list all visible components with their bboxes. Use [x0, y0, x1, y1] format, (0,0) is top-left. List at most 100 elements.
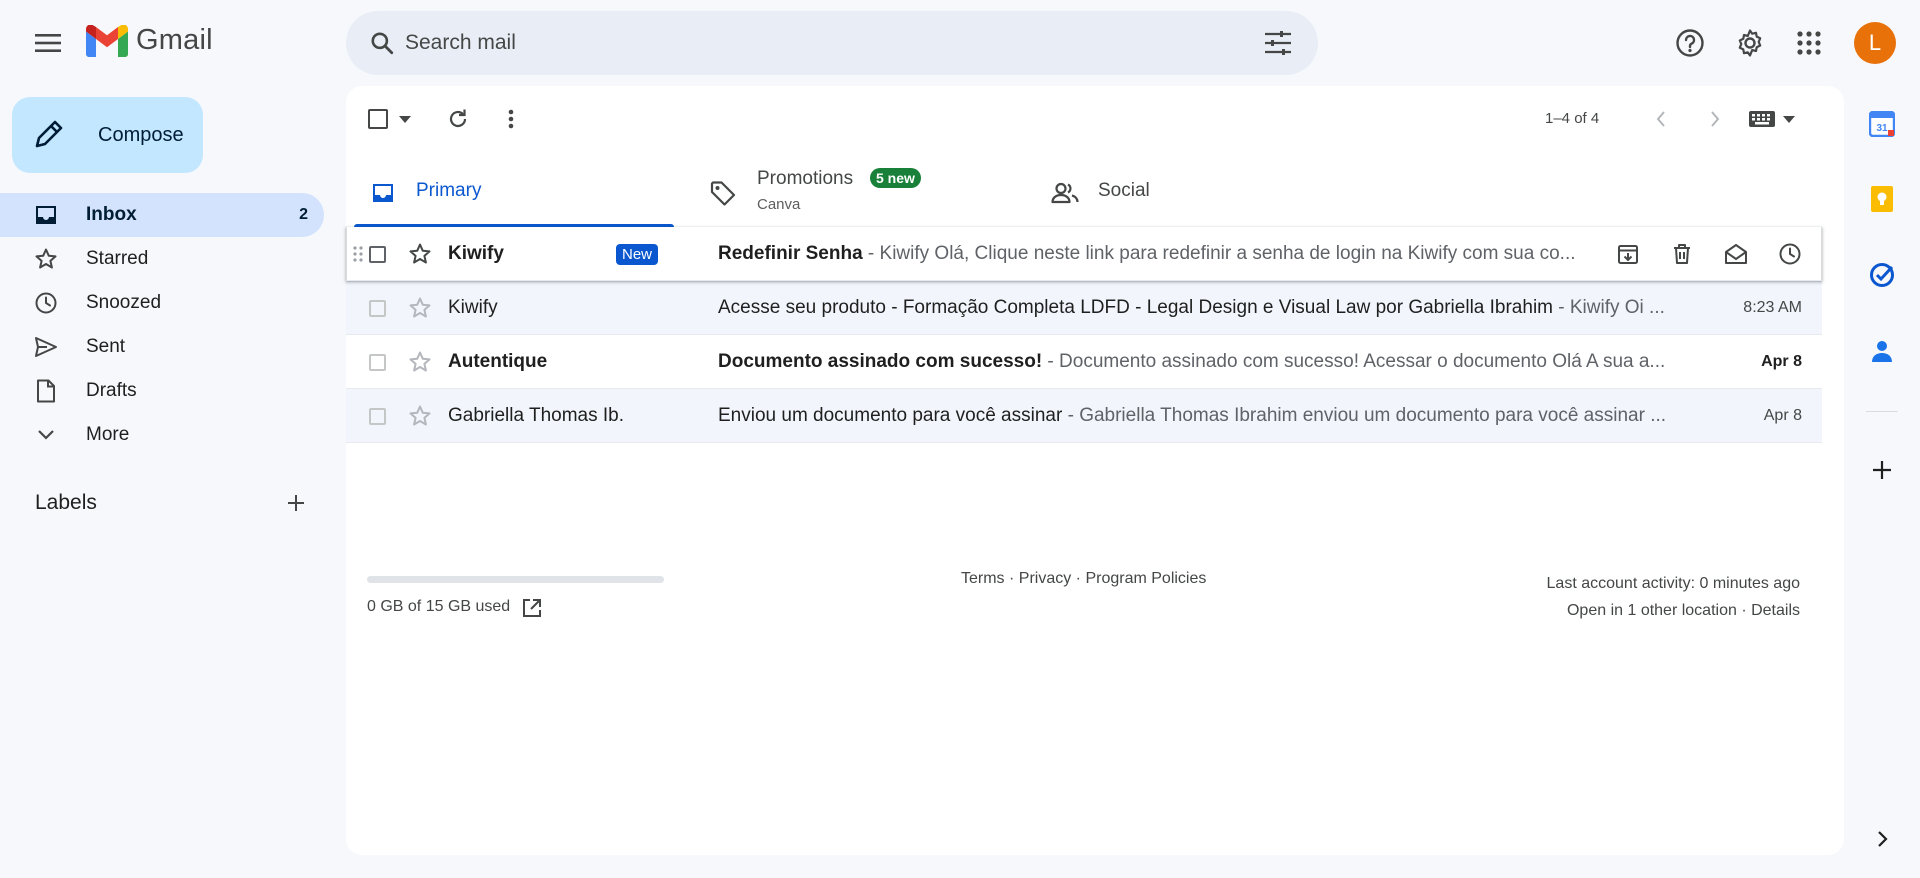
inbox-icon — [34, 203, 58, 227]
other-location-text: Open in 1 other location — [1566, 602, 1737, 619]
calendar-icon[interactable]: 31 — [1864, 106, 1900, 142]
tab-label: Promotions — [757, 168, 854, 189]
email-row[interactable]: Gabriella Thomas Ib. Enviou um documento… — [346, 389, 1822, 443]
gmail-m-logo — [86, 24, 128, 57]
tune-icon[interactable] — [1258, 23, 1298, 63]
unread-count: 2 — [299, 206, 308, 223]
sidebar-item-label: Drafts — [86, 380, 137, 401]
email-sender: Autentique — [448, 351, 548, 372]
delete-icon[interactable] — [1668, 240, 1696, 268]
sidebar-item-drafts[interactable]: Drafts — [0, 369, 324, 413]
tab-social[interactable]: Social — [1040, 156, 1360, 228]
search-input[interactable]: Search mail — [405, 31, 516, 55]
chevron-left-icon[interactable] — [1650, 108, 1672, 130]
gmail-logo[interactable]: Gmail — [86, 24, 213, 57]
last-activity-text: Last account activity: 0 minutes ago — [1546, 575, 1800, 592]
email-subject: Redefinir Senha — [718, 243, 863, 264]
refresh-icon[interactable] — [446, 107, 470, 131]
row-checkbox[interactable] — [369, 354, 386, 371]
top-bar: Gmail Search mail L — [0, 0, 1920, 86]
dropdown-caret-icon[interactable] — [1782, 114, 1796, 124]
privacy-link[interactable]: Privacy — [1019, 570, 1071, 587]
sidebar-nav: Inbox 2 Starred Snoozed Sent Drafts More — [0, 193, 324, 457]
email-subject: Documento assinado com sucesso! — [718, 351, 1043, 372]
tasks-icon[interactable] — [1864, 257, 1900, 293]
email-row[interactable]: Kiwify Acesse seu produto - Formação Com… — [346, 281, 1822, 335]
sidebar-item-sent[interactable]: Sent — [0, 325, 324, 369]
sidebar-item-label: Sent — [86, 336, 126, 357]
sidebar-item-more[interactable]: More — [0, 413, 324, 457]
email-date: 8:23 AM — [1743, 299, 1802, 316]
compose-button[interactable]: Compose — [12, 97, 203, 173]
email-date: Apr 8 — [1763, 407, 1802, 424]
email-row[interactable]: Kiwify New Redefinir Senha - Kiwify Olá,… — [346, 227, 1822, 281]
more-vert-icon[interactable] — [503, 107, 519, 131]
people-icon — [1050, 180, 1080, 206]
sidebar-item-label: Inbox — [86, 204, 137, 225]
email-sender: Gabriella Thomas Ib. — [448, 405, 625, 426]
terms-link[interactable]: Terms — [961, 570, 1005, 587]
star-icon — [34, 247, 58, 271]
email-sender: Kiwify — [448, 297, 498, 318]
sidebar-item-label: More — [86, 424, 130, 445]
sidebar-item-label: Snoozed — [86, 292, 162, 313]
app-name: Gmail — [136, 24, 213, 56]
star-icon[interactable] — [408, 350, 432, 374]
search-icon[interactable] — [362, 23, 402, 63]
row-checkbox[interactable] — [369, 408, 386, 425]
pencil-icon — [34, 117, 64, 154]
drag-handle-icon[interactable] — [352, 245, 364, 263]
star-icon[interactable] — [408, 296, 432, 320]
email-sender: Kiwify — [448, 243, 504, 264]
new-count-badge: 5 new — [870, 168, 921, 188]
footer-separator: · — [1071, 570, 1086, 587]
email-snippet: Redefinir Senha - Kiwify Olá, Clique nes… — [718, 243, 1593, 265]
star-icon[interactable] — [408, 242, 432, 266]
select-dropdown-icon[interactable] — [398, 114, 412, 124]
star-icon[interactable] — [408, 404, 432, 428]
tab-promotions[interactable]: Promotions 5 new Canva — [700, 156, 1020, 228]
apps-grid-icon[interactable] — [1785, 19, 1833, 67]
side-panel-divider — [1866, 411, 1898, 412]
chevron-down-icon — [34, 423, 58, 447]
settings-gear-icon[interactable] — [1726, 19, 1774, 67]
keep-icon[interactable] — [1864, 181, 1900, 217]
add-addon-icon[interactable] — [1864, 452, 1900, 488]
sidebar-item-snoozed[interactable]: Snoozed — [0, 281, 324, 325]
archive-icon[interactable] — [1614, 240, 1642, 268]
footer-separator: · — [1736, 602, 1752, 619]
footer-links: Terms · Privacy · Program Policies — [961, 570, 1206, 588]
footer-separator: · — [1004, 570, 1019, 587]
email-preview: - Gabriella Thomas Ibrahim enviou um doc… — [1062, 405, 1666, 426]
expand-panel-icon[interactable] — [1864, 821, 1900, 857]
email-subject: Enviou um documento para você assinar — [718, 405, 1063, 426]
select-all-checkbox[interactable] — [367, 108, 389, 130]
details-link[interactable]: Details — [1751, 602, 1800, 619]
program-policies-link[interactable]: Program Policies — [1085, 570, 1206, 587]
chevron-right-icon[interactable] — [1704, 108, 1726, 130]
draft-icon — [34, 379, 58, 403]
email-snippet: Documento assinado com sucesso! - Docume… — [718, 351, 1666, 373]
plus-icon[interactable] — [282, 489, 310, 517]
sidebar-item-starred[interactable]: Starred — [0, 237, 324, 281]
mark-read-icon[interactable] — [1722, 240, 1750, 268]
email-row[interactable]: Autentique Documento assinado com sucess… — [346, 335, 1822, 389]
help-icon[interactable] — [1666, 19, 1714, 67]
clock-icon — [34, 291, 58, 315]
tab-label: Primary — [416, 180, 482, 201]
hamburger-menu-icon[interactable] — [24, 19, 72, 67]
account-avatar[interactable]: L — [1854, 22, 1896, 64]
row-checkbox[interactable] — [369, 246, 386, 263]
keyboard-icon[interactable] — [1748, 108, 1776, 130]
email-preview: - Documento assinado com sucesso! Acessa… — [1042, 351, 1666, 372]
open-in-new-icon[interactable] — [520, 596, 544, 620]
storage-usage-text: 0 GB of 15 GB used — [367, 598, 511, 615]
mail-list-panel: 1–4 of 4 Primary Promotions 5 new Canva — [346, 86, 1844, 855]
email-snippet: Acesse seu produto - Formação Completa L… — [718, 297, 1666, 319]
tab-primary[interactable]: Primary — [354, 156, 674, 228]
sidebar-item-inbox[interactable]: Inbox 2 — [0, 193, 324, 237]
snooze-icon[interactable] — [1776, 240, 1804, 268]
row-checkbox[interactable] — [369, 300, 386, 317]
contacts-icon[interactable] — [1864, 333, 1900, 369]
search-bar[interactable]: Search mail — [346, 11, 1318, 75]
